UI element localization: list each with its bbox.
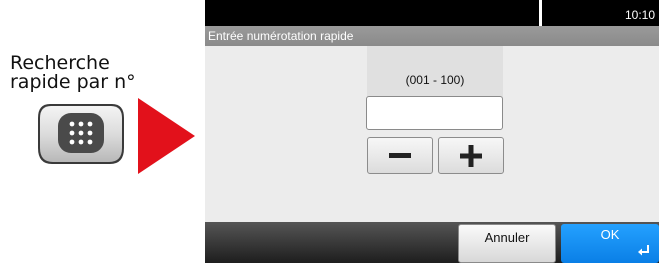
dialog-title: Entrée numérotation rapide [205,26,659,46]
dialog-content: (001 - 100) [205,46,659,222]
speed-dial-number-field[interactable] [366,96,503,130]
quick-number-search-label: Recherche rapide par n° [10,54,136,92]
cancel-label: Annuler [484,230,530,245]
increment-button[interactable] [438,137,504,174]
quick-number-search-key[interactable] [36,102,126,166]
status-bar: 10:10 [205,0,659,26]
keypad-icon [69,121,93,145]
status-time: 10:10 [624,8,655,22]
decrement-button[interactable] [367,137,433,174]
status-divider [539,0,542,26]
plus-icon [460,144,482,167]
ok-button[interactable]: OK [561,224,659,263]
ok-label: OK [600,227,620,242]
device-screen: 10:10 Entrée numérotation rapide (001 - … [205,0,659,263]
enter-icon [638,245,649,256]
callout-line-2: rapide par n° [10,71,136,93]
minus-icon [389,152,411,158]
cancel-button[interactable]: Annuler [458,224,556,263]
red-arrow-icon [138,98,195,174]
